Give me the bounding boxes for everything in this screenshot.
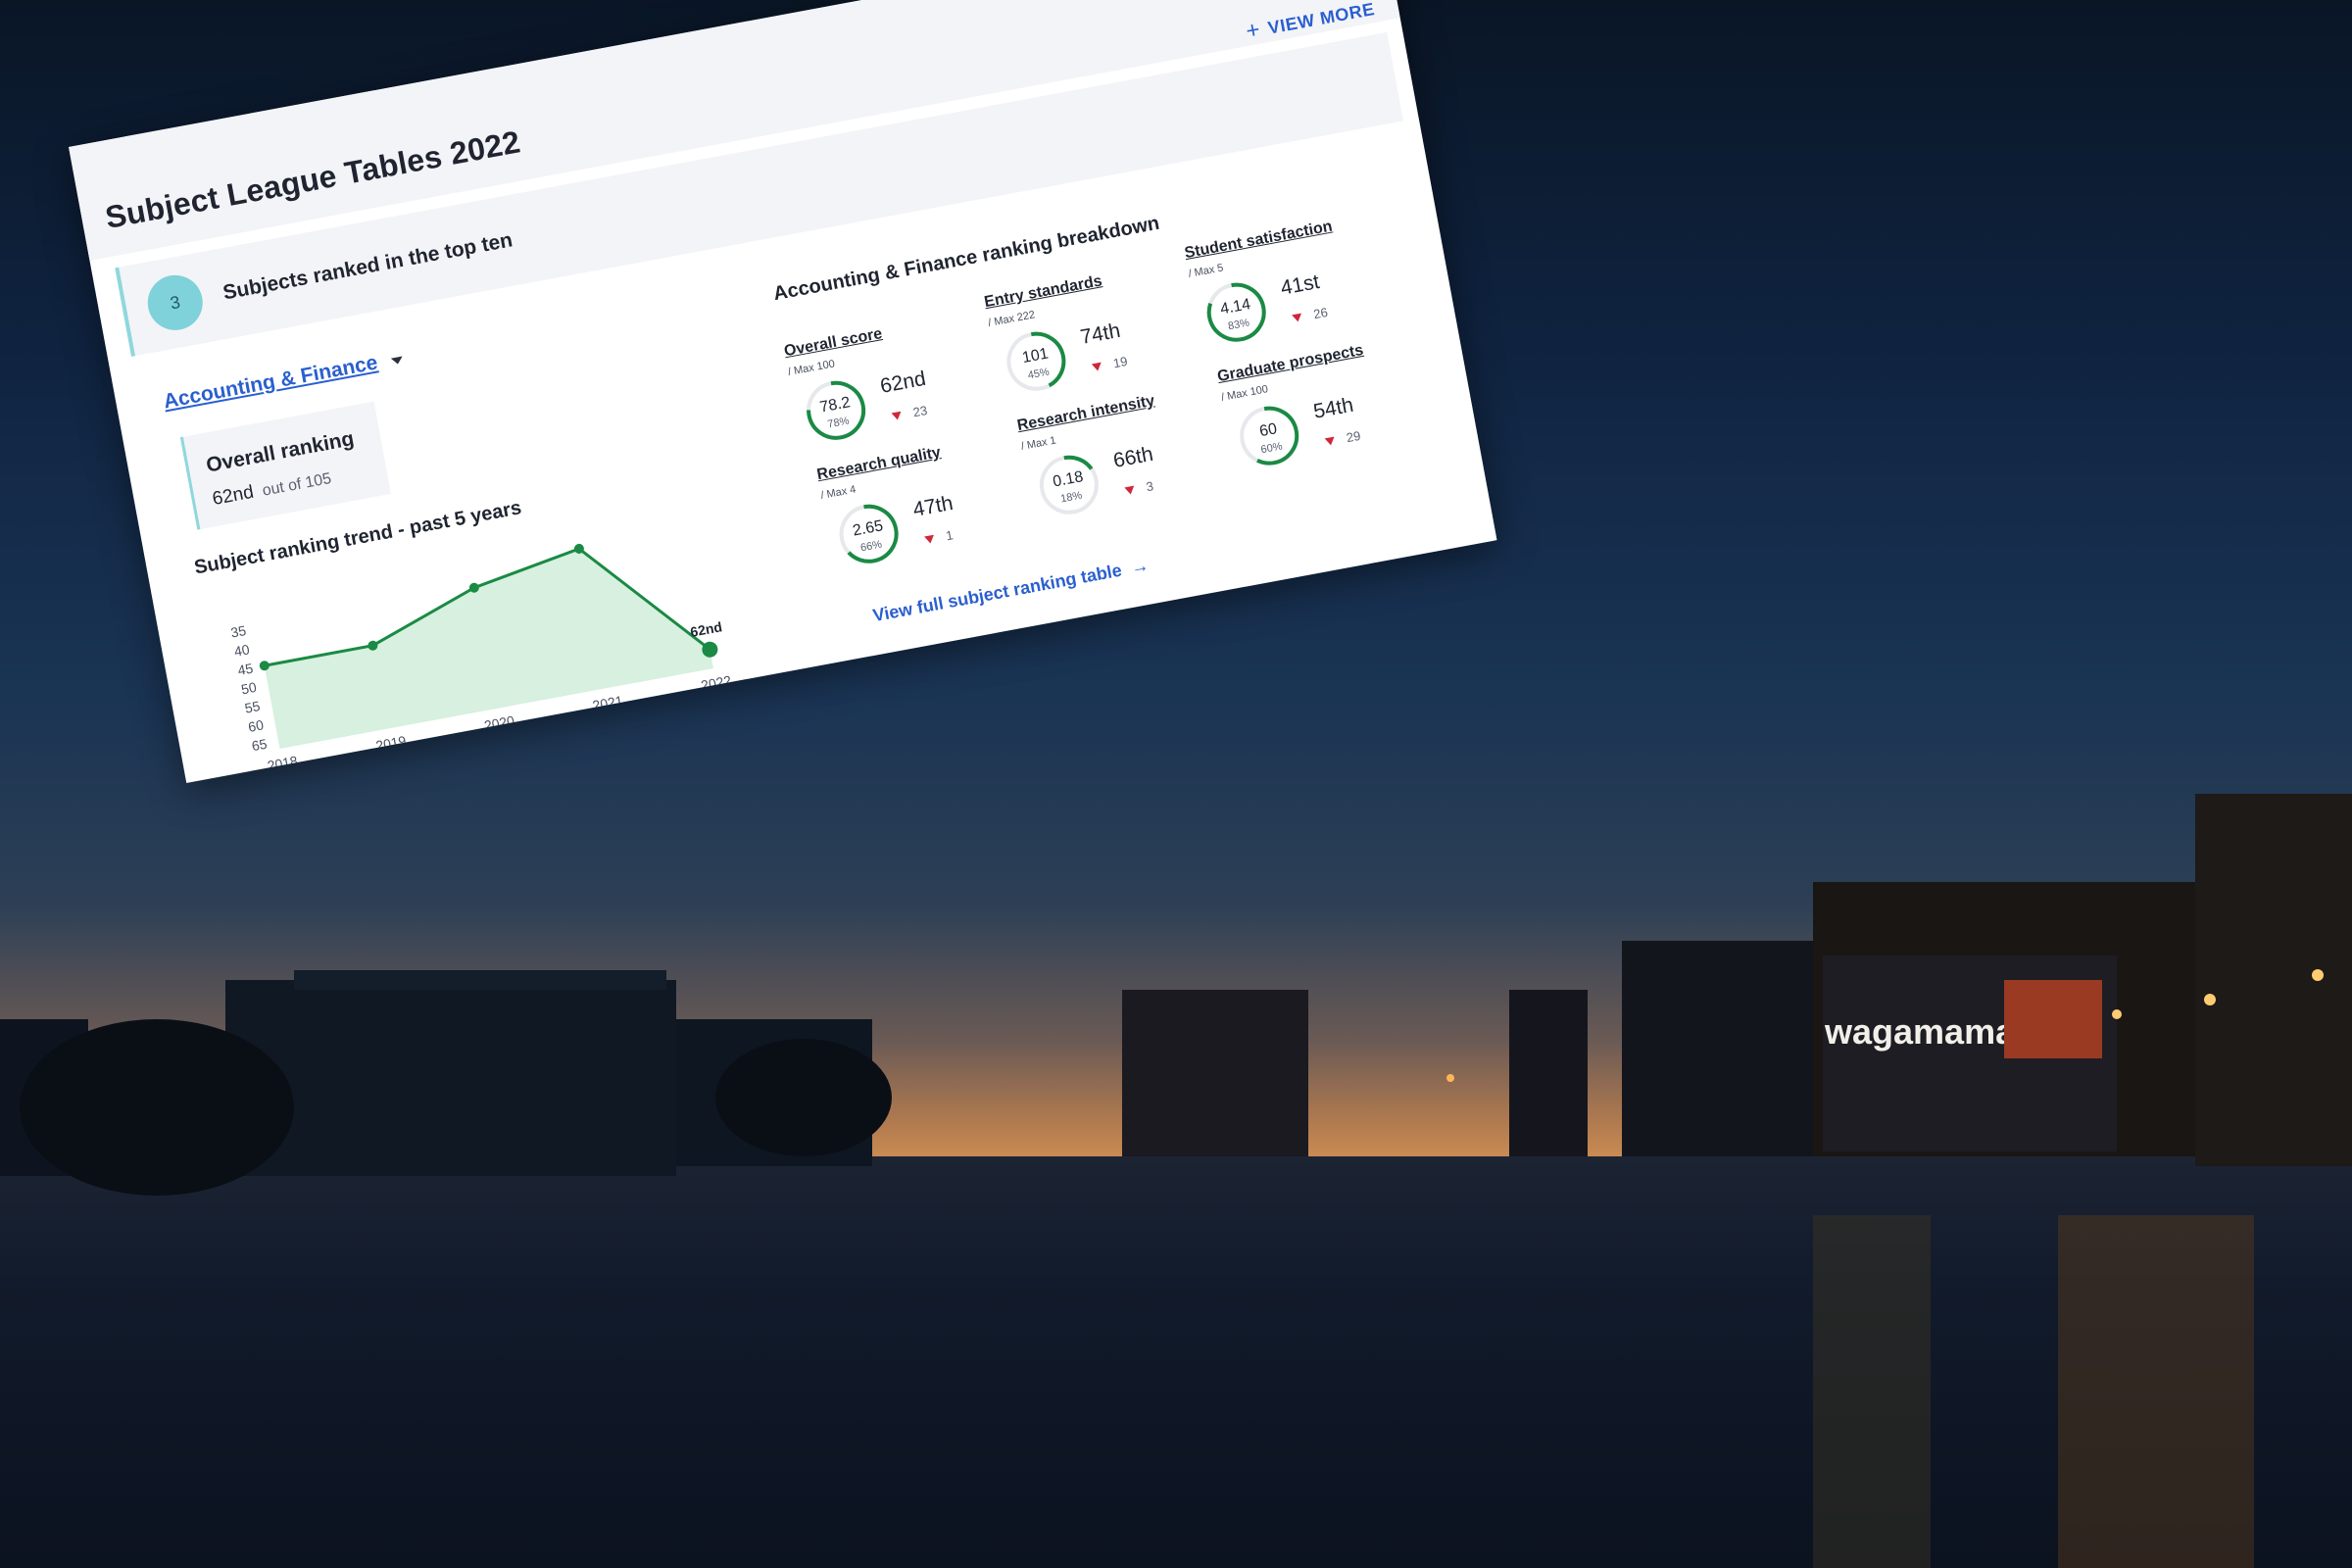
metric-rank: 74th — [1078, 318, 1123, 349]
metric-change: 19 — [1091, 354, 1129, 374]
metric-max: / Max 100 — [787, 358, 836, 378]
trees — [20, 1019, 294, 1196]
top-ten-label: Subjects ranked in the top ten — [220, 228, 514, 305]
down-arrow-icon — [1292, 313, 1303, 322]
metric-max: / Max 222 — [987, 309, 1037, 329]
metric-change-value: 29 — [1345, 427, 1362, 446]
overall-ranking-value: 62nd — [211, 481, 256, 511]
metric-rank: 54th — [1311, 393, 1355, 423]
down-arrow-icon — [1124, 485, 1136, 495]
y-tick-label: 65 — [251, 736, 269, 755]
down-arrow-icon — [891, 411, 903, 420]
metric-name[interactable]: Entry standards — [983, 272, 1103, 312]
light-reflection — [1813, 1215, 1931, 1568]
metric-change: 29 — [1324, 428, 1362, 449]
restaurant-sign: wagamama — [1824, 1011, 2016, 1052]
metric-change: 3 — [1124, 478, 1154, 498]
metric-change: 1 — [923, 527, 955, 547]
street-light — [1446, 1074, 1454, 1082]
street-light — [2204, 994, 2216, 1005]
top-ten-count-badge: 3 — [143, 270, 208, 335]
metric-name[interactable]: Overall score — [783, 325, 884, 361]
metric-max: / Max 1 — [1019, 434, 1057, 453]
overall-ranking-box: Overall ranking 62nd out of 105 — [179, 401, 392, 530]
metric-name[interactable]: Student satisfaction — [1183, 219, 1334, 264]
metric-change: 23 — [891, 402, 929, 423]
building — [2195, 794, 2352, 1166]
metric-change-value: 19 — [1111, 353, 1129, 371]
trees — [715, 1039, 892, 1156]
sign-panel — [2004, 980, 2102, 1058]
metric-change: 26 — [1291, 305, 1329, 325]
overall-ranking-out-of: out of 105 — [261, 469, 333, 500]
subject-dropdown-value: Accounting & Finance — [161, 351, 380, 414]
building — [1509, 990, 1588, 1156]
last-point-label: 62nd — [689, 618, 723, 640]
arrow-right-icon: → — [1129, 555, 1151, 578]
apartment-block — [1122, 990, 1308, 1156]
metric-max: / Max 4 — [819, 483, 858, 502]
metric-rank: 62nd — [878, 367, 928, 398]
metric-change-value: 23 — [911, 402, 929, 420]
building — [225, 980, 676, 1176]
y-tick-label: 45 — [236, 661, 254, 679]
metric-rank: 41st — [1278, 270, 1322, 300]
y-tick-label: 50 — [240, 679, 258, 698]
metric-rank: 66th — [1111, 442, 1155, 472]
down-arrow-icon — [1091, 362, 1103, 371]
building-roof — [294, 970, 666, 990]
metric-rank: 47th — [910, 491, 956, 521]
down-arrow-icon — [923, 534, 936, 544]
overall-ranking-title: Overall ranking — [204, 427, 357, 477]
down-arrow-icon — [1324, 436, 1336, 446]
chevron-down-icon — [390, 356, 404, 366]
metric-max: / Max 5 — [1187, 262, 1225, 280]
y-tick-label: 35 — [229, 622, 247, 641]
street-light — [2312, 969, 2324, 981]
hotel-building — [1622, 941, 1818, 1156]
metric-change-value: 1 — [944, 527, 955, 544]
metric-change-value: 26 — [1312, 304, 1330, 322]
street-light — [2112, 1009, 2122, 1019]
plus-icon: + — [1244, 16, 1263, 45]
y-tick-label: 40 — [233, 641, 251, 660]
light-reflection — [2058, 1215, 2254, 1568]
metric-change-value: 3 — [1145, 478, 1155, 495]
metric-max: / Max 100 — [1220, 383, 1269, 404]
y-tick-label: 60 — [247, 716, 265, 735]
y-tick-label: 55 — [243, 698, 261, 716]
